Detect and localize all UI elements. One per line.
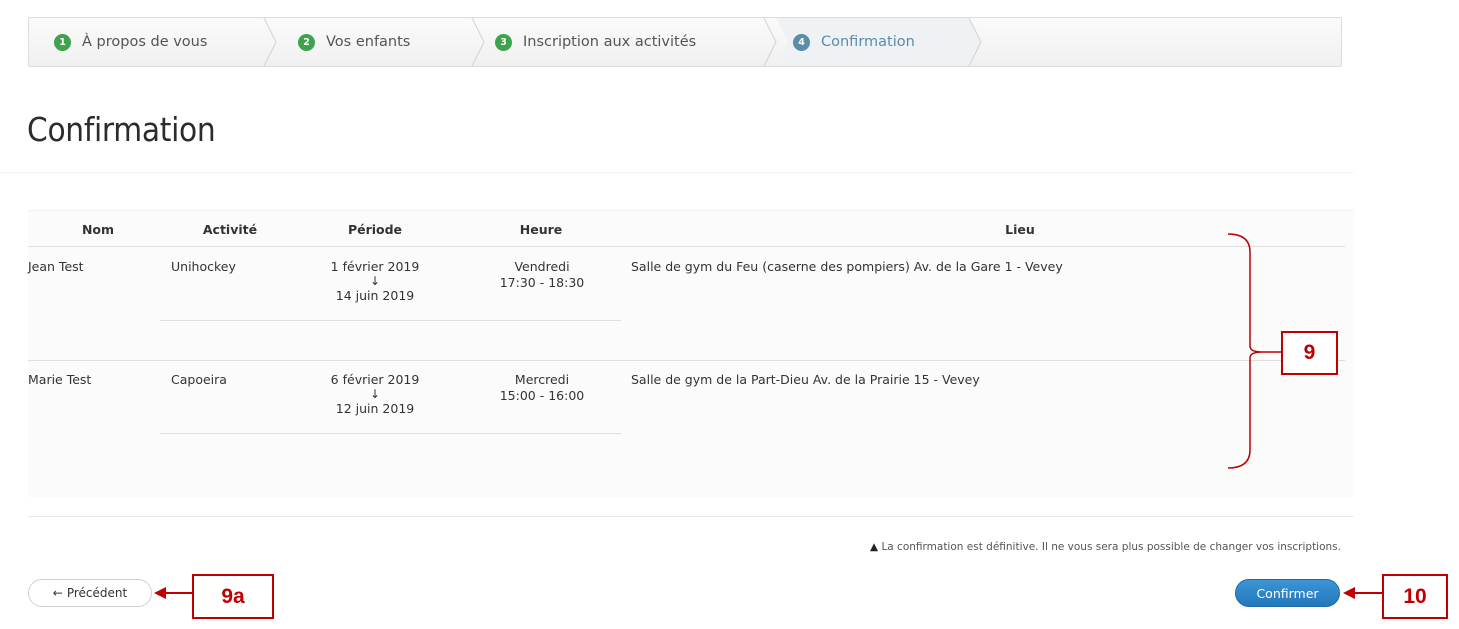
table-header-divider [28,246,1345,247]
step-number-badge: 2 [298,33,315,51]
schedule-time: 15:00 - 16:00 [499,388,585,403]
period-end: 12 juin 2019 [335,401,415,416]
cell-periode: 6 février 2019 ↓ 12 juin 2019 [310,372,440,417]
footer-divider [28,516,1354,517]
cell-heure: Vendredi 17:30 - 18:30 [490,259,594,291]
column-header-nom: Nom [81,222,115,237]
period-end: 14 juin 2019 [335,288,415,303]
previous-label: Précédent [66,586,128,600]
arrow-down-icon: ↓ [369,387,381,401]
column-header-activite: Activité [202,222,258,237]
previous-button[interactable]: ← Précédent [28,579,152,607]
cell-lieu: Salle de gym du Feu (caserne des pompier… [631,259,1063,274]
annotation-label-confirm: 10 [1382,574,1448,619]
arrow-left-icon: ← [52,586,63,600]
step-number-badge: 3 [495,33,512,51]
confirm-label: Confirmer [1256,585,1319,601]
period-start: 1 février 2019 [330,259,420,274]
cell-nom: Jean Test [28,259,84,274]
warning-icon: ▲ [870,541,879,553]
row-divider [28,360,1345,361]
schedule-day: Vendredi [514,259,570,274]
cell-periode: 1 février 2019 ↓ 14 juin 2019 [310,259,440,304]
step-label: À propos de vous [82,34,208,50]
registrations-table [28,210,1354,497]
step-label: Vos enfants [326,34,411,50]
cell-activite: Capoeira [171,372,227,387]
step-confirmation: 4 Confirmation [793,18,915,66]
column-header-lieu: Lieu [1005,222,1035,237]
annotation-label-previous: 9a [192,574,274,619]
period-start: 6 février 2019 [330,372,420,387]
arrow-left-annotation [154,587,166,599]
column-header-heure: Heure [519,222,563,237]
annotation-label-table: 9 [1281,331,1338,375]
step-number-badge: 1 [54,33,71,51]
final-notice: ▲ La confirmation est définitive. Il ne … [870,541,1341,553]
confirm-button[interactable]: Confirmer [1235,579,1340,607]
step-label: Confirmation [821,34,915,50]
notice-text: La confirmation est définitive. Il ne vo… [881,541,1341,553]
arrow-left-annotation [1343,587,1355,599]
progress-stepper: 1 À propos de vous 2 Vos enfants 3 Inscr… [28,17,1342,67]
step-activity-registration[interactable]: 3 Inscription aux activités [495,18,696,66]
schedule-day: Mercredi [514,372,570,387]
cell-nom: Marie Test [28,372,92,387]
divider [0,172,1354,173]
column-header-periode: Période [347,222,403,237]
step-about-you[interactable]: 1 À propos de vous [54,18,207,66]
step-your-children[interactable]: 2 Vos enfants [298,18,410,66]
page-title: Confirmation [27,110,216,149]
arrow-down-icon: ↓ [369,274,381,288]
row-subdivider [160,433,621,434]
row-subdivider [160,320,621,321]
cell-heure: Mercredi 15:00 - 16:00 [490,372,594,404]
step-label: Inscription aux activités [523,34,697,50]
step-number-badge: 4 [793,33,810,51]
cell-activite: Unihockey [171,259,236,274]
schedule-time: 17:30 - 18:30 [499,275,585,290]
cell-lieu: Salle de gym de la Part-Dieu Av. de la P… [631,372,980,387]
